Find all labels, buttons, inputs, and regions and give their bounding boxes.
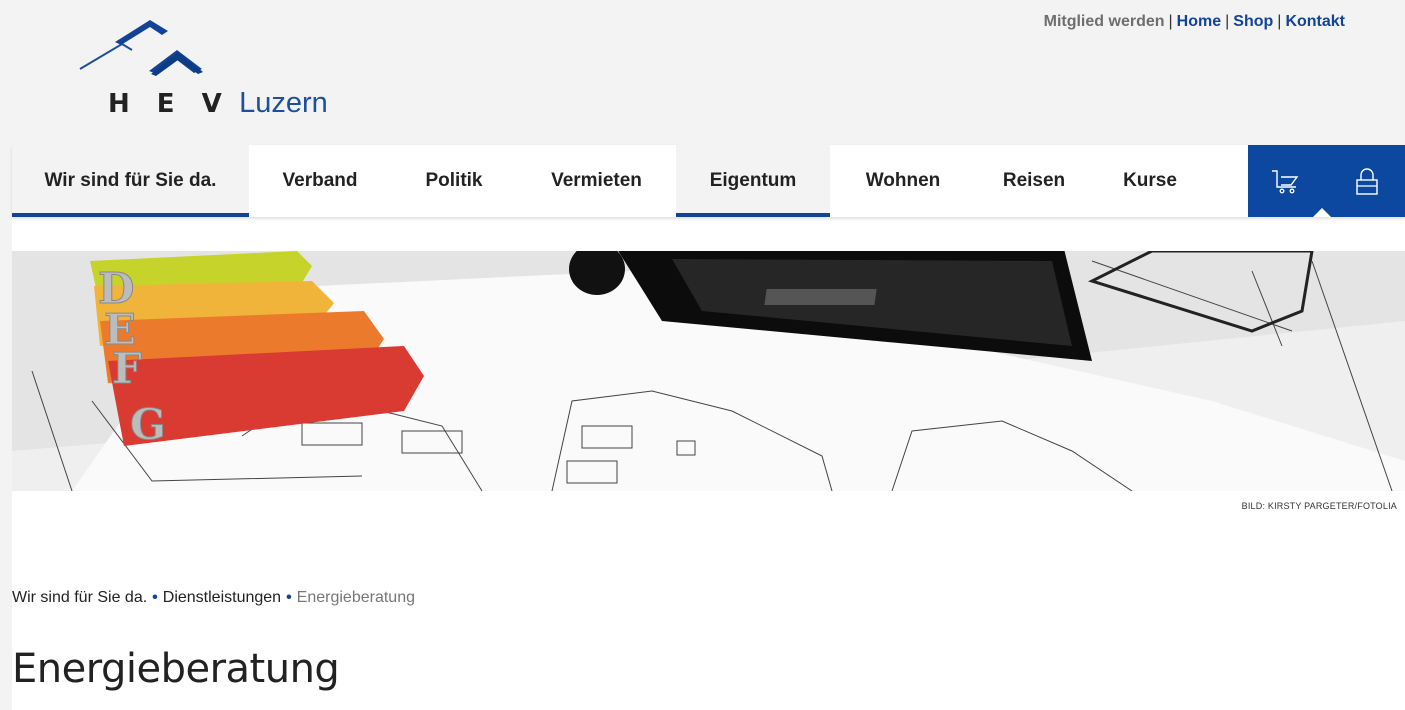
top-link-separator: | [1277,13,1282,30]
breadcrumb-item[interactable]: Wir sind für Sie da. [12,589,147,606]
main-navigation: Wir sind für Sie da. Verband Politik Ver… [12,145,1405,217]
logo[interactable]: H E V Luzern [12,0,332,145]
nav-item-verband[interactable]: Verband [249,145,391,217]
nav-item-wir-sind-fuer-sie-da[interactable]: Wir sind für Sie da. [12,145,249,217]
link-kontakt[interactable]: Kontakt [1285,13,1345,30]
top-link-separator: | [1225,13,1230,30]
logo-wordmark: H E V Luzern [108,86,328,120]
link-mitglied-werden[interactable]: Mitglied werden [1044,13,1165,30]
page-title: Energieberatung [12,646,340,692]
image-credit: BILD: KIRSTY PARGETER/FOTOLIA [1241,501,1397,511]
energy-label-f: F [112,344,142,393]
nav-item-eigentum[interactable]: Eigentum [676,145,830,217]
breadcrumb-current: Energieberatung [296,589,415,606]
hero-image: D E F G [12,251,1405,491]
lock-icon[interactable] [1351,165,1383,197]
breadcrumb: Wir sind für Sie da. • Dienstleistungen • En… [12,589,415,607]
top-link-separator: | [1168,13,1173,30]
nav-tools [1248,145,1405,217]
active-tool-indicator [1313,208,1331,217]
page-left-margin [0,0,12,710]
link-shop[interactable]: Shop [1233,13,1273,30]
logo-roof-icon [79,20,203,76]
hero-illustration: D E F G [12,251,1405,491]
logo-luzern: Luzern [239,87,328,119]
nav-item-reisen[interactable]: Reisen [976,145,1092,217]
breadcrumb-separator: • [152,589,158,606]
breadcrumb-separator: • [286,589,292,606]
logo-hev: H E V [108,89,231,119]
nav-item-vermieten[interactable]: Vermieten [517,145,676,217]
link-home[interactable]: Home [1177,13,1221,30]
top-links: Mitglied werden | Home | Shop | Kontakt [1044,13,1345,31]
energy-label-g: G [130,400,166,449]
breadcrumb-item[interactable]: Dienstleistungen [163,589,281,606]
nav-item-wohnen[interactable]: Wohnen [830,145,976,217]
cart-icon[interactable] [1270,165,1302,197]
nav-item-kurse[interactable]: Kurse [1092,145,1208,217]
nav-item-politik[interactable]: Politik [391,145,517,217]
